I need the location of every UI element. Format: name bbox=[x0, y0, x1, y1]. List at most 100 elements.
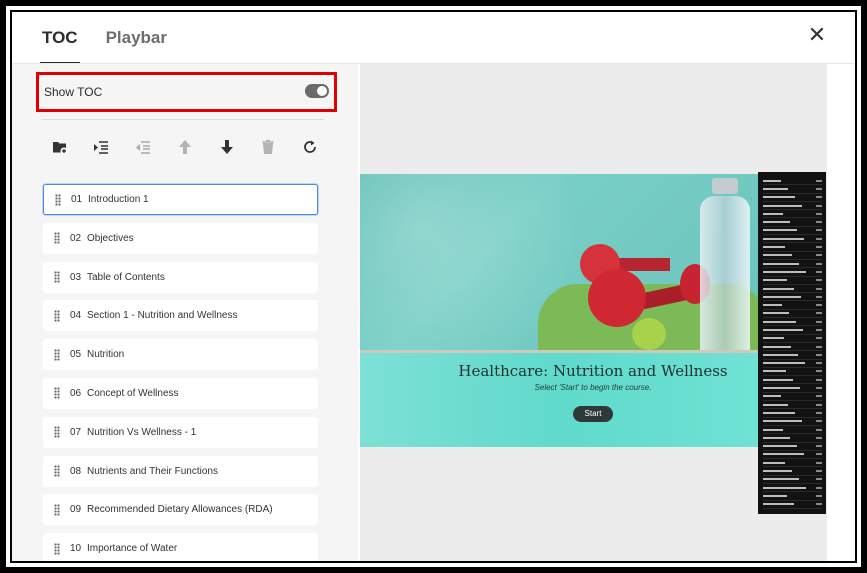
toc-preview-row bbox=[763, 467, 822, 476]
toc-item[interactable]: 08 Nutrients and Their Functions bbox=[43, 455, 318, 487]
toc-item-label: Nutrition Vs Wellness - 1 bbox=[87, 426, 197, 438]
toc-preview-row bbox=[763, 301, 822, 310]
toc-preview-row bbox=[763, 243, 822, 252]
toc-item-number: 03 bbox=[70, 271, 82, 283]
tab-bar: TOC Playbar bbox=[40, 18, 195, 64]
slide-subtitle: Select 'Start' to begin the course. bbox=[534, 383, 652, 392]
toc-item-label: Introduction 1 bbox=[88, 194, 149, 205]
toc-preview-row bbox=[763, 210, 822, 219]
toc-item-number: 09 bbox=[70, 504, 82, 516]
drag-handle-icon[interactable] bbox=[54, 465, 60, 478]
drag-handle-icon[interactable] bbox=[55, 193, 61, 206]
reset-icon[interactable] bbox=[300, 136, 320, 158]
toc-preview-row bbox=[763, 501, 822, 509]
drag-handle-icon[interactable] bbox=[54, 426, 60, 439]
indent-icon[interactable] bbox=[91, 136, 111, 158]
toc-preview-row bbox=[763, 443, 822, 451]
toc-preview-row bbox=[763, 252, 822, 260]
toc-item[interactable]: 07 Nutrition Vs Wellness - 1 bbox=[43, 416, 318, 448]
toc-preview-row bbox=[763, 484, 822, 493]
outdent-icon[interactable] bbox=[133, 136, 153, 158]
toc-item-label: Concept of Wellness bbox=[87, 387, 179, 399]
toc-preview-row bbox=[763, 384, 822, 393]
trash-icon[interactable] bbox=[258, 136, 278, 158]
drag-handle-icon[interactable] bbox=[54, 503, 60, 516]
toc-item-label: Section 1 - Nutrition and Wellness bbox=[87, 310, 238, 322]
toc-item-number: 02 bbox=[70, 232, 82, 244]
drag-handle-icon[interactable] bbox=[54, 348, 60, 361]
toc-item-label: Nutrition bbox=[87, 349, 125, 361]
toc-preview-row bbox=[763, 194, 822, 202]
toc-preview-row bbox=[763, 227, 822, 236]
slide-preview: Healthcare: Nutrition and Wellness Selec… bbox=[360, 174, 758, 447]
toc-preview-row bbox=[763, 268, 822, 277]
toc-preview-row bbox=[763, 326, 822, 335]
toc-item-label: Importance of Water bbox=[87, 543, 178, 555]
show-toc-toggle[interactable] bbox=[305, 84, 329, 98]
toc-preview-row bbox=[763, 434, 822, 443]
toc-item-list: 01 Introduction 1 02 Objectives 03 Table… bbox=[43, 184, 318, 561]
toc-preview-row bbox=[763, 376, 822, 385]
toc-preview-row bbox=[763, 393, 822, 402]
toc-item-number: 07 bbox=[70, 426, 82, 438]
toc-item-number: 04 bbox=[70, 310, 82, 322]
toc-item[interactable]: 02 Objectives bbox=[43, 222, 318, 254]
toc-preview-row bbox=[763, 285, 822, 294]
close-icon[interactable]: ✕ bbox=[806, 24, 828, 46]
toc-preview-row bbox=[763, 492, 822, 501]
toc-item[interactable]: 04 Section 1 - Nutrition and Wellness bbox=[43, 300, 318, 332]
drag-handle-icon[interactable] bbox=[54, 387, 60, 400]
toc-preview-row bbox=[763, 368, 822, 377]
toc-item-number: 08 bbox=[70, 465, 82, 477]
toc-item-number: 06 bbox=[70, 387, 82, 399]
toc-item[interactable]: 06 Concept of Wellness bbox=[43, 377, 318, 409]
add-folder-icon[interactable] bbox=[50, 136, 70, 158]
toc-preview-row bbox=[763, 177, 822, 186]
toc-preview-row bbox=[763, 418, 822, 426]
toc-item-number: 01 bbox=[71, 194, 83, 205]
toc-item[interactable]: 05 Nutrition bbox=[43, 339, 318, 371]
toc-item[interactable]: 03 Table of Contents bbox=[43, 261, 318, 293]
toc-preview-row bbox=[763, 426, 822, 435]
slide-title-band: Healthcare: Nutrition and Wellness Selec… bbox=[360, 350, 758, 447]
toc-item-number: 05 bbox=[70, 349, 82, 361]
tab-playbar[interactable]: Playbar bbox=[106, 18, 167, 64]
toc-preview-row bbox=[763, 202, 822, 211]
toc-preview-row bbox=[763, 310, 822, 319]
slide-title: Healthcare: Nutrition and Wellness bbox=[458, 362, 728, 380]
toc-preview-row bbox=[763, 343, 822, 352]
toc-item[interactable]: 09 Recommended Dietary Allowances (RDA) bbox=[43, 494, 318, 526]
toc-preview-row bbox=[763, 335, 822, 343]
move-down-icon[interactable] bbox=[217, 136, 237, 158]
drag-handle-icon[interactable] bbox=[54, 309, 60, 322]
toc-preview-row bbox=[763, 401, 822, 410]
toc-preview-row bbox=[763, 409, 822, 418]
toc-preview-row bbox=[763, 351, 822, 360]
toc-item-label: Table of Contents bbox=[87, 271, 165, 283]
apple-graphic bbox=[632, 318, 666, 350]
toc-preview-row bbox=[763, 260, 822, 269]
toc-item[interactable]: 10 Importance of Water bbox=[43, 533, 318, 561]
start-button[interactable]: Start bbox=[573, 406, 613, 422]
water-bottle-graphic bbox=[696, 178, 754, 350]
drag-handle-icon[interactable] bbox=[54, 232, 60, 245]
toc-item-label: Nutrients and Their Functions bbox=[87, 465, 218, 477]
slide-hero-image bbox=[360, 174, 758, 350]
toc-preview-row bbox=[763, 476, 822, 484]
toc-preview-row bbox=[763, 277, 822, 285]
toc-item-number: 10 bbox=[70, 543, 82, 555]
toc-preview-row bbox=[763, 360, 822, 368]
toc-preview-row bbox=[763, 451, 822, 460]
preview-panel: Healthcare: Nutrition and Wellness Selec… bbox=[360, 64, 827, 561]
show-toc-row: Show TOC bbox=[36, 72, 337, 112]
drag-handle-icon[interactable] bbox=[54, 271, 60, 284]
toc-item[interactable]: 01 Introduction 1 bbox=[43, 184, 318, 215]
toc-settings-panel: Show TOC 01 Introduction 1 02 Objectives… bbox=[12, 64, 358, 561]
move-up-icon[interactable] bbox=[175, 136, 195, 158]
toc-preview-row bbox=[763, 293, 822, 302]
toc-preview-row bbox=[763, 218, 822, 227]
toc-preview-row bbox=[763, 459, 822, 468]
tab-toc[interactable]: TOC bbox=[40, 18, 80, 64]
drag-handle-icon[interactable] bbox=[54, 542, 60, 555]
toc-preview-row bbox=[763, 185, 822, 194]
